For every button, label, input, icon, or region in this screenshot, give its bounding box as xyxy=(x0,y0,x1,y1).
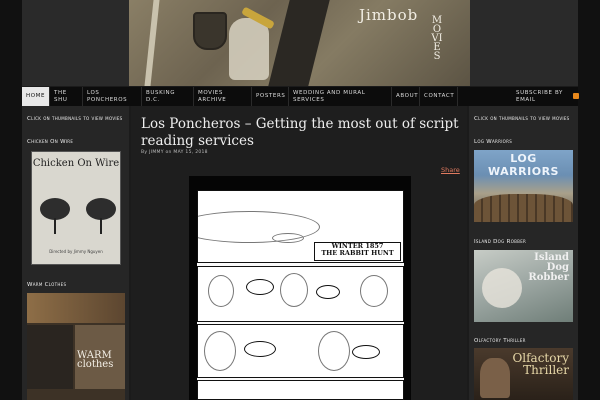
nav-busking-dc[interactable]: Busking D.C. xyxy=(142,87,194,106)
poster-warm-figure xyxy=(27,325,73,389)
left-intro-text: Click on thumbnails to view movies xyxy=(27,116,123,122)
nav-subscribe-email[interactable]: Subscribe by Email xyxy=(512,87,578,106)
widget-title-chicken-on-wire: Chicken On Wire xyxy=(27,139,74,145)
poster-tree-right xyxy=(86,198,116,234)
poster-tree-left xyxy=(40,198,70,234)
banner-bucket xyxy=(193,12,227,50)
poster-olfactory-thriller[interactable]: Olfactory Thriller xyxy=(474,348,573,400)
rss-icon[interactable] xyxy=(573,93,579,99)
poster-olf-title: Olfactory Thriller xyxy=(512,351,569,377)
poster-log-warriors[interactable]: LOG WARRIORS xyxy=(474,150,573,222)
poster-dog-figure xyxy=(482,268,522,308)
panel-sketch-face-5 xyxy=(318,331,350,371)
nav-contact[interactable]: Contact xyxy=(420,87,458,106)
comic-page: WINTER 1857 THE RABBIT HUNT xyxy=(197,190,404,400)
speech-bubble-2 xyxy=(316,285,340,299)
comic-panel-3 xyxy=(197,324,404,378)
panel-sketch-boat xyxy=(272,233,304,243)
poster-dog-title: Island Dog Robber xyxy=(528,252,569,283)
banner-figure xyxy=(229,18,269,80)
header-banner-image[interactable]: Jimbob MOVIES xyxy=(129,0,470,86)
speech-bubble-1 xyxy=(246,279,274,295)
poster-log-title: LOG WARRIORS xyxy=(488,152,559,178)
share-link[interactable]: Share xyxy=(441,166,460,174)
panel-sketch-face-1 xyxy=(208,275,234,307)
poster-chicken-credit: Directed by Jimmy Nguyen xyxy=(49,249,103,254)
post-meta: By JIMMY on MAY 15, 2018 xyxy=(141,150,208,155)
comic-caption-box: WINTER 1857 THE RABBIT HUNT xyxy=(314,242,401,261)
site-title[interactable]: Jimbob xyxy=(359,6,418,24)
widget-title-log-warriors: Log Warriors xyxy=(474,139,513,145)
speech-bubble-4 xyxy=(352,345,380,359)
nav-los-poncheros[interactable]: Los Poncheros xyxy=(83,87,142,106)
poster-chicken-on-wire[interactable]: Chicken On Wire Directed by Jimmy Nguyen xyxy=(31,151,121,265)
panel-sketch-face-3 xyxy=(360,275,388,307)
speech-bubble-3 xyxy=(244,341,276,357)
post-title[interactable]: Los Poncheros – Getting the most out of … xyxy=(141,116,461,150)
widget-title-island-dog-robber: Island Dog Robber xyxy=(474,239,527,245)
site-subtitle: MOVIES xyxy=(431,15,443,62)
nav-home[interactable]: Home xyxy=(22,87,50,106)
nav-wedding-mural[interactable]: Wedding and Mural Services xyxy=(289,87,392,106)
poster-warm-strip-top xyxy=(27,293,125,323)
comic-panel-1: WINTER 1857 THE RABBIT HUNT xyxy=(197,190,404,263)
comic-panel-4 xyxy=(197,380,404,400)
widget-title-warm-clothes: Warm Clothes xyxy=(27,282,67,288)
nav-movies-archive[interactable]: Movies Archive xyxy=(194,87,252,106)
banner-pole xyxy=(144,0,160,86)
nav-the-shu[interactable]: The Shu xyxy=(50,87,83,106)
nav-about[interactable]: About xyxy=(392,87,420,106)
panel-sketch-face-4 xyxy=(204,331,236,371)
poster-warm-clothes[interactable]: WARM clothes xyxy=(27,293,125,400)
banner-instrument-case xyxy=(268,0,330,86)
comic-panel-2 xyxy=(197,266,404,322)
widget-title-olfactory-thriller: Olfactory Thriller xyxy=(474,338,526,344)
poster-warm-title: WARM clothes xyxy=(77,350,114,370)
right-intro-text: Click on thumbnails to view movies xyxy=(474,116,570,122)
nav-posters[interactable]: Posters xyxy=(252,87,289,106)
site-header: Jimbob MOVIES xyxy=(22,0,578,86)
main-nav: Home The Shu Los Poncheros Busking D.C. … xyxy=(22,87,578,106)
poster-log-pile xyxy=(474,194,573,222)
poster-island-dog-robber[interactable]: Island Dog Robber xyxy=(474,250,573,322)
comic-caption-title: THE RABBIT HUNT xyxy=(321,249,394,257)
poster-chicken-title: Chicken On Wire xyxy=(32,158,120,169)
panel-sketch-face-2 xyxy=(280,273,308,307)
